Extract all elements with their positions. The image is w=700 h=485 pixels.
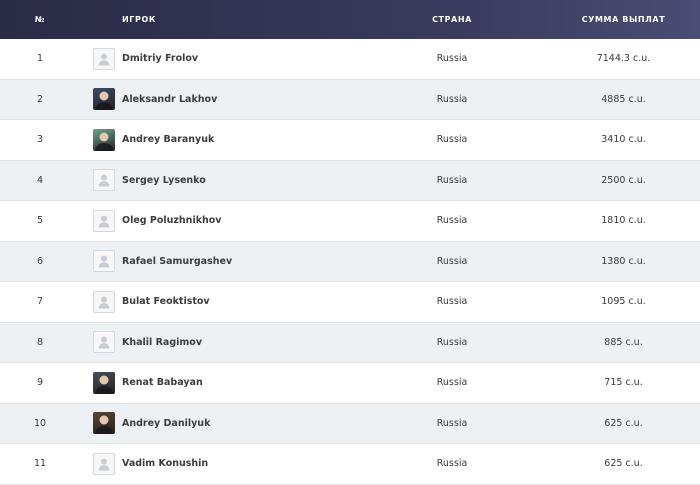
- country-cell: Russia: [436, 53, 468, 65]
- table-row: 6 Rafael Samurgashev Russia 1380 c.u.: [0, 241, 700, 282]
- rank-number: 7: [36, 296, 44, 308]
- player-cell[interactable]: Andrey Danilyuk: [80, 412, 357, 435]
- payout-cell: 4885 c.u.: [601, 93, 646, 105]
- player-cell[interactable]: Bulat Feoktistov: [80, 290, 357, 313]
- payout-cell: 1810 c.u.: [601, 215, 646, 227]
- payout-cell: 625 c.u.: [604, 417, 643, 429]
- rank-number: 1: [36, 53, 44, 65]
- table-row: 1 Dmitriy Frolov Russia 7144.3 c.u.: [0, 39, 700, 80]
- player-cell[interactable]: Dmitriy Frolov: [80, 47, 357, 70]
- player-cell[interactable]: Aleksandr Lakhov: [80, 88, 357, 111]
- table-body: 1 Dmitriy Frolov Russia 7144.3 c.u. 2 Aleksan…: [0, 39, 700, 485]
- player-name[interactable]: Vadim Konushin: [122, 458, 208, 469]
- player-cell[interactable]: Oleg Poluzhnikhov: [80, 209, 357, 232]
- header-payout: СУММА ВЫПЛАТ: [581, 15, 666, 24]
- avatar-placeholder-icon[interactable]: [93, 47, 115, 70]
- player-name[interactable]: Renat Babayan: [122, 377, 203, 388]
- payout-cell: 2500 c.u.: [601, 174, 646, 186]
- country-cell: Russia: [436, 417, 468, 429]
- player-name[interactable]: Aleksandr Lakhov: [122, 94, 217, 105]
- table-row: 2 Aleksandr Lakhov Russia 4885 c.u.: [0, 79, 700, 120]
- country-cell: Russia: [436, 336, 468, 348]
- avatar-placeholder-icon[interactable]: [93, 290, 115, 313]
- table-row: 10 Andrey Danilyuk Russia 625 c.u.: [0, 403, 700, 444]
- country-cell: Russia: [436, 174, 468, 186]
- payout-ranking-table: № ИГРОК СТРАНА СУММА ВЫПЛАТ 1 Dmitriy Fro…: [0, 0, 700, 485]
- avatar-placeholder-icon[interactable]: [93, 331, 115, 354]
- avatar-photo[interactable]: [93, 371, 115, 394]
- table-row: 4 Sergey Lysenko Russia 2500 c.u.: [0, 160, 700, 201]
- table-row: 5 Oleg Poluzhnikhov Russia 1810 c.u.: [0, 201, 700, 242]
- header-number: №: [34, 15, 46, 24]
- rank-number: 6: [36, 255, 44, 267]
- table-header: № ИГРОК СТРАНА СУММА ВЫПЛАТ: [0, 0, 700, 39]
- person-photo-icon: [95, 91, 113, 111]
- player-cell[interactable]: Vadim Konushin: [80, 452, 357, 475]
- player-cell[interactable]: Renat Babayan: [80, 371, 357, 394]
- player-name[interactable]: Khalil Ragimov: [122, 337, 202, 348]
- player-cell[interactable]: Sergey Lysenko: [80, 169, 357, 192]
- country-cell: Russia: [436, 377, 468, 389]
- player-name[interactable]: Andrey Danilyuk: [122, 418, 210, 429]
- payout-cell: 1380 c.u.: [601, 255, 646, 267]
- rank-number: 9: [36, 377, 44, 389]
- rank-number: 4: [36, 174, 44, 186]
- player-name[interactable]: Andrey Baranyuk: [122, 134, 214, 145]
- avatar-placeholder-icon[interactable]: [93, 209, 115, 232]
- payout-cell: 715 c.u.: [604, 377, 643, 389]
- player-cell[interactable]: Rafael Samurgashev: [80, 250, 357, 273]
- payout-cell: 3410 c.u.: [601, 134, 646, 146]
- player-name[interactable]: Rafael Samurgashev: [122, 256, 232, 267]
- player-cell[interactable]: Andrey Baranyuk: [80, 128, 357, 151]
- header-country: СТРАНА: [432, 15, 472, 24]
- country-cell: Russia: [436, 458, 468, 470]
- country-cell: Russia: [436, 134, 468, 146]
- rank-number: 8: [36, 336, 44, 348]
- table-row: 8 Khalil Ragimov Russia 885 c.u.: [0, 322, 700, 363]
- player-name[interactable]: Oleg Poluzhnikhov: [122, 215, 222, 226]
- player-cell[interactable]: Khalil Ragimov: [80, 331, 357, 354]
- avatar-photo[interactable]: [93, 88, 115, 111]
- table-row: 9 Renat Babayan Russia 715 c.u.: [0, 363, 700, 404]
- player-name[interactable]: Bulat Feoktistov: [122, 296, 210, 307]
- rank-number: 5: [36, 215, 44, 227]
- rank-number: 11: [33, 458, 47, 470]
- country-cell: Russia: [436, 296, 468, 308]
- table-row: 11 Vadim Konushin Russia 625 c.u.: [0, 444, 700, 485]
- avatar-placeholder-icon[interactable]: [93, 169, 115, 192]
- player-name[interactable]: Dmitriy Frolov: [122, 53, 198, 64]
- table-row: 3 Andrey Baranyuk Russia 3410 c.u.: [0, 120, 700, 161]
- payout-cell: 625 c.u.: [604, 458, 643, 470]
- rank-number: 3: [36, 134, 44, 146]
- avatar-placeholder-icon[interactable]: [93, 452, 115, 475]
- payout-cell: 1095 c.u.: [601, 296, 646, 308]
- rank-number: 10: [33, 417, 47, 429]
- rank-number: 2: [36, 93, 44, 105]
- avatar-photo[interactable]: [93, 412, 115, 435]
- player-name[interactable]: Sergey Lysenko: [122, 175, 206, 186]
- person-photo-icon: [95, 375, 113, 394]
- table-row: 7 Bulat Feoktistov Russia 1095 c.u.: [0, 282, 700, 323]
- payout-cell: 7144.3 c.u.: [596, 53, 651, 65]
- country-cell: Russia: [436, 215, 468, 227]
- country-cell: Russia: [436, 255, 468, 267]
- avatar-placeholder-icon[interactable]: [93, 250, 115, 273]
- person-photo-icon: [95, 415, 113, 435]
- avatar-photo[interactable]: [93, 128, 115, 151]
- person-photo-icon: [95, 132, 113, 151]
- header-player: ИГРОК: [122, 15, 156, 24]
- country-cell: Russia: [436, 93, 468, 105]
- payout-cell: 885 c.u.: [604, 336, 643, 348]
